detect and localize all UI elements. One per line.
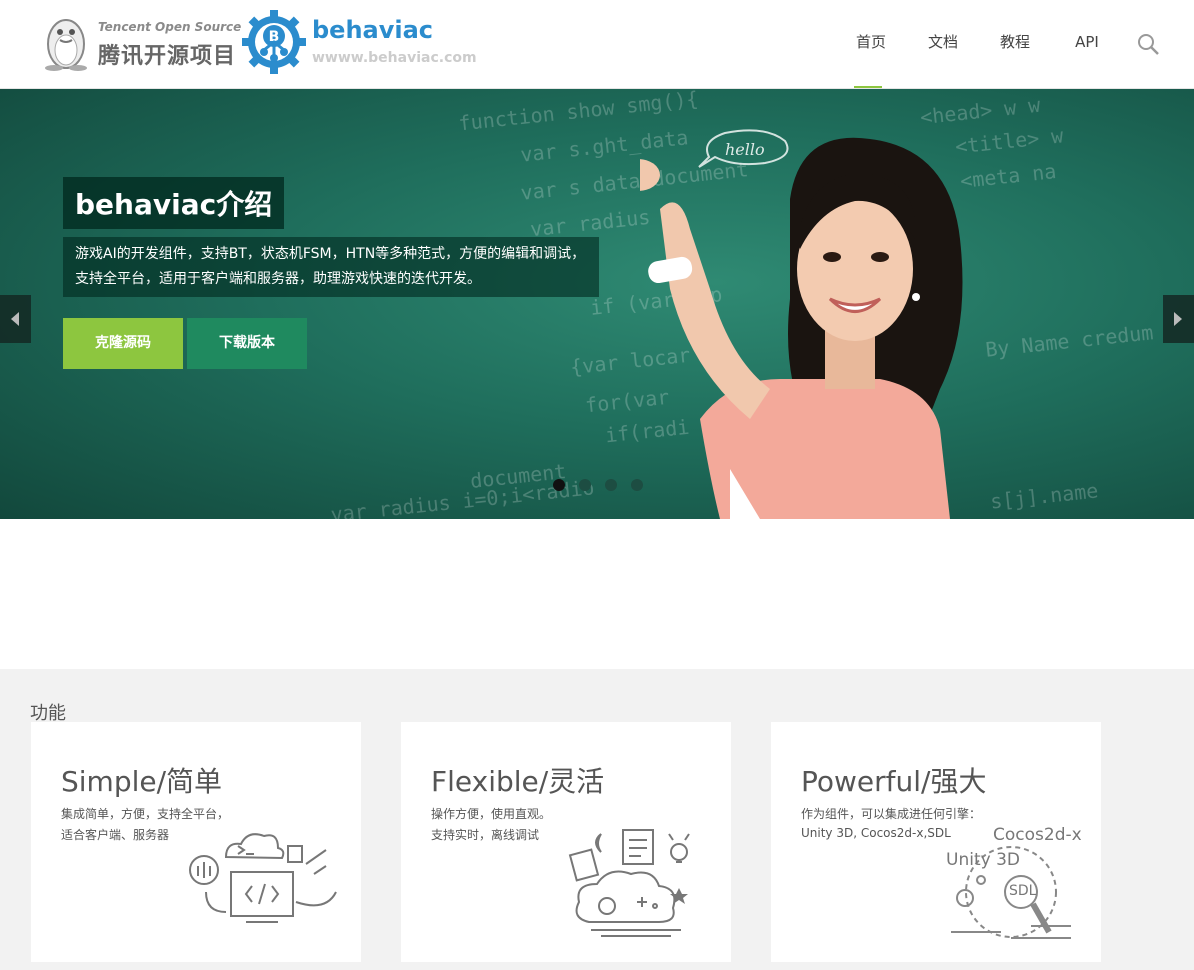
feature-card-desc: 作为组件，可以集成进任何引擎： (801, 807, 982, 821)
chalk-decoration: var radius (529, 204, 652, 242)
hero-person-image (640, 137, 963, 519)
hero-description-line: 支持全平台，适用于客户端和服务器，助理游戏快速的迭代开发。 (75, 271, 481, 287)
feature-card-desc: 支持实时，离线调试 (431, 828, 540, 842)
chevron-right-icon (1174, 312, 1182, 326)
carousel-next-button[interactable] (1163, 295, 1194, 343)
tencent-logo-en: Tencent Open Source (98, 20, 242, 34)
tencent-open-source-logo[interactable]: Tencent Open Source 腾讯开源项目 (40, 12, 242, 74)
hero-description: 游戏AI的开发组件，支持BT，状态机FSM，HTN等多种范式，方便的编辑和调试，… (63, 237, 599, 297)
brand-name: behaviac (312, 16, 434, 44)
feature-card-desc: Unity 3D, Cocos2d-x,SDL (801, 826, 951, 840)
chevron-left-icon (11, 312, 19, 326)
feature-card-simple[interactable]: Simple/简单 集成简单，方便，支持全平台， 适合客户端、服务器 (31, 722, 361, 962)
clone-source-button[interactable]: 克隆源码 (63, 318, 183, 369)
feature-card-desc: 适合客户端、服务器 (61, 828, 170, 842)
nav-item-home[interactable]: 首页 (835, 0, 907, 88)
behaviac-logo[interactable]: B behaviac wwww.behaviac.com (242, 10, 477, 76)
chalk-decoration: s[j].name (989, 478, 1100, 514)
brand-url: wwww.behaviac.com (312, 50, 477, 66)
hero-description-line: 游戏AI的开发组件，支持BT，状态机FSM，HTN等多种范式，方便的编辑和调试， (75, 246, 586, 262)
feature-card-desc: 集成简单，方便，支持全平台， (61, 807, 230, 821)
main-nav: 首页 文档 教程 API (835, 0, 1123, 88)
download-release-button[interactable]: 下载版本 (187, 318, 307, 369)
devices-illustration-icon (189, 833, 337, 923)
site-header: Tencent Open Source 腾讯开源项目 B behaviac ww… (0, 0, 1194, 89)
nav-item-docs[interactable]: 文档 (907, 0, 979, 88)
engine-label-sdl: SDL (1009, 883, 1037, 899)
gamepad-cloud-illustration-icon (568, 829, 690, 937)
chalk-decoration: By Name credum (984, 320, 1155, 362)
feature-card-title: Flexible/灵活 (431, 765, 605, 798)
tencent-logo-zh: 腾讯开源项目 (98, 44, 237, 69)
engine-label-cocos: Cocos2d-x (993, 825, 1082, 845)
feature-card-title: Simple/简单 (61, 765, 223, 798)
carousel-dot[interactable] (631, 479, 643, 491)
penguin-icon (45, 19, 87, 71)
search-icon[interactable] (1136, 32, 1160, 56)
feature-card-desc: 操作方便，使用直观。 (431, 807, 552, 821)
behaviac-gear-icon: B (242, 10, 306, 74)
carousel-prev-button[interactable] (0, 295, 31, 343)
feature-card-title: Powerful/强大 (801, 765, 987, 798)
feature-card-powerful[interactable]: Powerful/强大 作为组件，可以集成进任何引擎： Unity 3D, Co… (771, 722, 1101, 962)
features-section: 功能 Simple/简单 集成简单，方便，支持全平台， 适合客户端、服务器 Fl… (0, 669, 1194, 970)
carousel-indicators (553, 479, 643, 491)
hero-title: behaviac介绍 (63, 177, 285, 229)
carousel-dot[interactable] (553, 479, 565, 491)
hero-carousel: function show smg(){ var s.ght_data var … (0, 89, 1194, 519)
feature-card-flexible[interactable]: Flexible/灵活 操作方便，使用直观。 支持实时，离线调试 (401, 722, 731, 962)
carousel-dot[interactable] (605, 479, 617, 491)
carousel-dot[interactable] (579, 479, 591, 491)
nav-item-api[interactable]: API (1051, 0, 1123, 88)
engine-label-unity: Unity 3D (946, 850, 1020, 870)
nav-item-tutorials[interactable]: 教程 (979, 0, 1051, 88)
